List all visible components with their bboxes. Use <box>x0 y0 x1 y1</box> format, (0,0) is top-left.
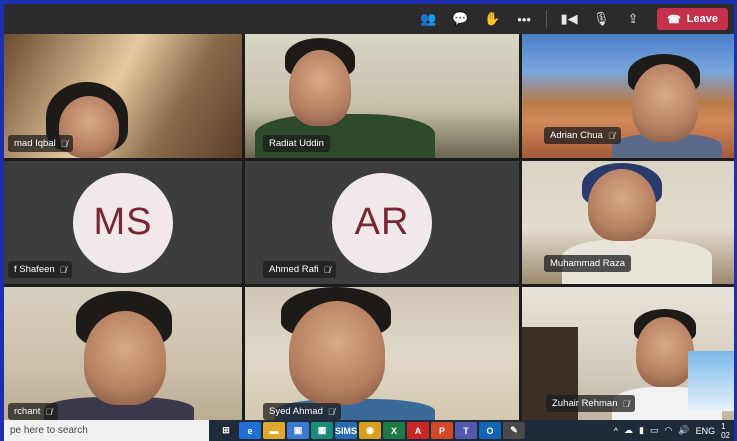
participant-name: Adrian Chua <box>550 130 603 141</box>
mic-muted-icon: 🎙̸ <box>622 398 630 409</box>
participant-name: Syed Ahmad <box>269 406 323 417</box>
participant-name: rchant <box>14 406 41 417</box>
participant-name-tag: Radiat Uddin <box>263 135 330 152</box>
teams-meeting-window: 👥 💬 ✋ ••• ▮◀ 🎙 ⇪ ☎ Leave mad Iqbal 🎙̸ Radiat … <box>4 4 734 441</box>
mic-muted-icon: 🎙̸ <box>607 130 615 141</box>
participant-tile[interactable]: AR Ahmed Rafi 🎙̸ <box>245 161 519 284</box>
participant-name-tag: f Shafeen 🎙̸ <box>8 261 73 278</box>
toolbar-separator <box>546 10 548 28</box>
taskbar-search-input[interactable]: pe here to search <box>4 420 209 441</box>
clock[interactable]: 1 02 <box>721 422 730 440</box>
mic-muted-icon: 🎙̸ <box>59 264 67 275</box>
participant-name-tag: Adrian Chua 🎙̸ <box>544 127 621 144</box>
participant-tile[interactable]: rchant 🎙̸ <box>4 287 242 426</box>
camera-icon[interactable]: ▮◀ <box>553 6 585 32</box>
leave-label: Leave <box>686 13 718 25</box>
participant-name: f Shafeen <box>14 264 55 275</box>
show-hidden-icons-icon[interactable]: ^ <box>614 426 618 436</box>
powerpoint-icon[interactable]: P <box>431 422 453 439</box>
sims-icon[interactable]: SIMS <box>335 422 357 439</box>
mic-muted-icon: 🎙̸ <box>60 138 68 149</box>
clock-date: 02 <box>721 430 730 440</box>
excel-icon[interactable]: X <box>383 422 405 439</box>
participant-name-tag: Zuhair Rehman 🎙̸ <box>546 395 636 412</box>
participant-name-tag: rchant 🎙̸ <box>8 403 59 420</box>
battery-icon[interactable]: ▭ <box>650 425 659 436</box>
acrobat-icon[interactable]: A <box>407 422 429 439</box>
share-screen-icon[interactable]: ⇪ <box>617 6 649 32</box>
more-options-icon[interactable]: ••• <box>508 6 540 32</box>
participant-name-tag: mad Iqbal 🎙̸ <box>8 135 74 152</box>
participant-name-tag: Muhammad Raza <box>544 255 631 272</box>
participant-tile[interactable]: Muhammad Raza <box>522 161 734 284</box>
onedrive-icon[interactable]: ☁ <box>624 425 633 436</box>
participant-avatar: AR <box>332 172 432 273</box>
app-icon-1[interactable]: ▦ <box>311 422 333 439</box>
mic-muted-icon: 🎙̸ <box>327 406 335 417</box>
paint-icon[interactable]: ✎ <box>503 422 525 439</box>
self-view-preview[interactable] <box>688 351 734 411</box>
chat-icon[interactable]: 💬 <box>444 6 476 32</box>
participant-name: Ahmed Rafi <box>269 264 319 275</box>
participant-tile[interactable]: Radiat Uddin <box>245 34 519 158</box>
participant-name: Radiat Uddin <box>269 138 324 149</box>
participant-name: Zuhair Rehman <box>552 398 618 409</box>
mic-muted-icon: 🎙̸ <box>45 406 53 417</box>
people-icon[interactable]: 👥 <box>412 6 444 32</box>
participant-name-tag: Syed Ahmad 🎙̸ <box>263 403 341 420</box>
participant-tile[interactable]: Syed Ahmad 🎙̸ <box>245 287 519 426</box>
system-tray: ^ ☁ ▮ ▭ ◠ 🔊 ENG 1 02 <box>614 422 734 440</box>
task-view-icon[interactable]: ⊞ <box>215 422 237 439</box>
chrome-icon[interactable]: ◉ <box>359 422 381 439</box>
leave-button[interactable]: ☎ Leave <box>657 8 728 30</box>
participant-name-tag: Ahmed Rafi 🎙̸ <box>263 261 337 278</box>
edge-icon[interactable]: e <box>239 422 261 439</box>
mic-muted-icon: 🎙̸ <box>323 264 331 275</box>
windows-taskbar: pe here to search ⊞ e ▬ ▣ ▦ SIMS ◉ X A P T O ✎ ^ ☁ ▮… <box>4 420 734 441</box>
participant-video <box>588 169 656 241</box>
outlook-icon[interactable]: O <box>479 422 501 439</box>
store-icon[interactable]: ▣ <box>287 422 309 439</box>
volume-icon[interactable]: 🔊 <box>678 425 689 436</box>
raise-hand-icon[interactable]: ✋ <box>476 6 508 32</box>
participant-tile[interactable]: mad Iqbal 🎙̸ <box>4 34 242 158</box>
participant-tile[interactable]: Adrian Chua 🎙̸ <box>522 34 734 158</box>
hang-up-icon: ☎ <box>667 13 681 26</box>
teams-icon[interactable]: T <box>455 422 477 439</box>
file-explorer-icon[interactable]: ▬ <box>263 422 285 439</box>
participant-name: Muhammad Raza <box>550 258 625 269</box>
participant-avatar: MS <box>73 172 173 273</box>
video-grid: mad Iqbal 🎙̸ Radiat Uddin Adrian Chua 🎙̸ <box>4 34 734 426</box>
language-indicator[interactable]: ENG <box>696 426 716 436</box>
meeting-control-bar: 👥 💬 ✋ ••• ▮◀ 🎙 ⇪ ☎ Leave <box>4 4 734 34</box>
participant-tile[interactable]: MS f Shafeen 🎙̸ <box>4 161 242 284</box>
clock-time: 1 <box>721 421 726 431</box>
participant-name: mad Iqbal <box>14 138 56 149</box>
usb-icon[interactable]: ▮ <box>639 425 644 436</box>
microphone-icon[interactable]: 🎙 <box>585 6 617 32</box>
participant-tile[interactable]: Zuhair Rehman 🎙̸ <box>522 287 734 426</box>
wifi-icon[interactable]: ◠ <box>665 425 673 436</box>
